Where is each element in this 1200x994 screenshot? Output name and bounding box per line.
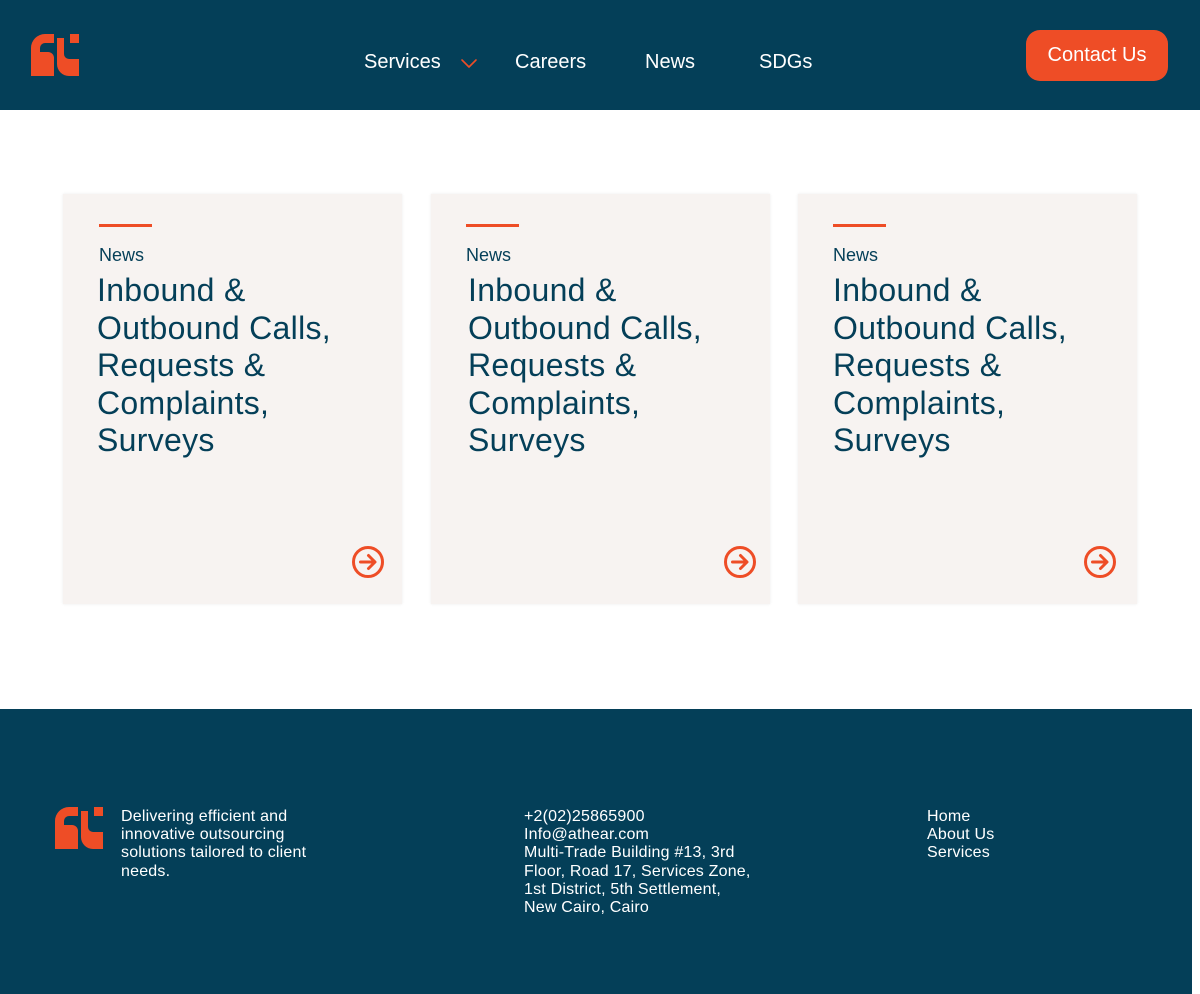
tagline-line: needs. [121, 862, 171, 880]
nav-services[interactable]: Services [364, 50, 441, 74]
logo-icon[interactable] [31, 34, 79, 76]
footer-address-line: Multi-Trade Building #13, 3rd [524, 844, 735, 862]
footer-link-about-us[interactable]: About Us [927, 826, 1087, 844]
card-accent-line [466, 224, 519, 227]
tagline-line: solutions tailored to client [121, 844, 307, 862]
tagline-line: innovative outsourcing [121, 826, 285, 844]
news-card[interactable]: News Inbound & Outbound Calls, Requests … [798, 194, 1137, 604]
logo-icon-graphic [31, 34, 79, 76]
logo-icon[interactable] [55, 807, 103, 849]
nav-sdgs[interactable]: SDGs [759, 50, 812, 74]
footer-tagline: Delivering efficient and innovative outs… [121, 808, 351, 881]
news-card[interactable]: News Inbound & Outbound Calls, Requests … [431, 194, 770, 604]
card-title: Inbound & Outbound Calls, Requests & Com… [97, 272, 331, 458]
chevron-down-icon[interactable] [460, 57, 478, 69]
footer-links: Home About Us Services [927, 808, 1087, 863]
footer-contact: +2(02)25865900 Info@athear.com Multi-Tra… [524, 808, 774, 917]
tagline-line: Delivering efficient and [121, 808, 288, 825]
nav-careers[interactable]: Careers [515, 50, 586, 74]
footer-address-line: Floor, Road 17, Services Zone, [524, 862, 751, 880]
card-title: Inbound & Outbound Calls, Requests & Com… [468, 272, 702, 458]
card-title: Inbound & Outbound Calls, Requests & Com… [833, 272, 1067, 458]
card-category: News [99, 245, 145, 265]
arrow-right-circle-icon[interactable] [723, 545, 757, 579]
footer-link-home[interactable]: Home [927, 808, 1087, 826]
footer-address-line: New Cairo, Cairo [524, 899, 650, 917]
contact-us-button[interactable]: Contact Us [1026, 30, 1168, 81]
footer-phone[interactable]: +2(02)25865900 [524, 808, 774, 826]
news-card[interactable]: News Inbound & Outbound Calls, Requests … [63, 194, 402, 604]
card-accent-line [99, 224, 152, 227]
card-category: News [833, 245, 879, 265]
footer-address-line: 1st District, 5th Settlement, [524, 880, 721, 898]
nav-news[interactable]: News [645, 50, 695, 74]
card-category: News [466, 245, 512, 265]
arrow-right-circle-icon[interactable] [351, 545, 385, 579]
card-accent-line [833, 224, 886, 227]
footer-link-services[interactable]: Services [927, 844, 1087, 862]
footer-email[interactable]: Info@athear.com [524, 826, 774, 844]
site-header: Services Careers News SDGs Contact Us [0, 0, 1200, 110]
site-footer: Delivering efficient and innovative outs… [0, 709, 1192, 994]
arrow-right-circle-icon[interactable] [1083, 545, 1117, 579]
